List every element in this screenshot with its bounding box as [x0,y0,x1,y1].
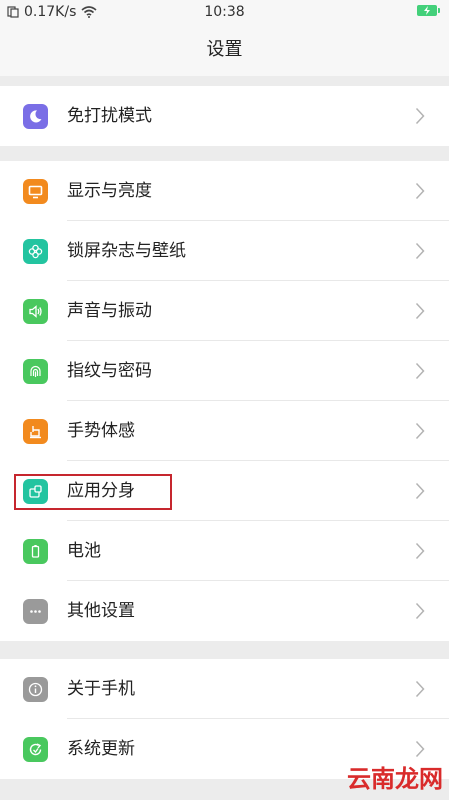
hand-icon [23,419,48,444]
row-other-settings[interactable]: 其他设置 [0,581,449,641]
row-label: 显示与亮度 [67,181,152,201]
row-label: 声音与振动 [67,301,152,321]
status-bar: 0.17K/s 10:38 [0,0,449,24]
row-do-not-disturb[interactable]: 免打扰模式 [0,86,449,146]
row-lockscreen-wallpaper[interactable]: 锁屏杂志与壁纸 [0,221,449,281]
row-gestures-motion[interactable]: 手势体感 [0,401,449,461]
row-label: 系统更新 [67,739,135,759]
moon-icon [23,104,48,129]
row-label: 指纹与密码 [67,361,152,381]
fingerprint-icon [23,359,48,384]
settings-group-1: 免打扰模式 [0,86,449,146]
clock: 10:38 [204,4,245,20]
row-about-phone[interactable]: 关于手机 [0,659,449,719]
chevron-right-icon [415,107,425,125]
flower-icon [23,239,48,264]
row-label: 锁屏杂志与壁纸 [67,241,186,261]
chevron-right-icon [415,182,425,200]
chevron-right-icon [415,302,425,320]
battery-icon [23,539,48,564]
row-label: 电池 [67,541,101,561]
chevron-right-icon [415,740,425,758]
display-icon [23,179,48,204]
battery-status-icon [417,5,440,16]
chevron-right-icon [415,362,425,380]
row-fingerprint-password[interactable]: 指纹与密码 [0,341,449,401]
chevron-right-icon [415,602,425,620]
chevron-right-icon [415,680,425,698]
watermark: 云南龙网 [347,765,443,793]
page-title: 设置 [0,24,449,76]
chevron-right-icon [415,542,425,560]
row-battery[interactable]: 电池 [0,521,449,581]
row-label: 关于手机 [67,679,135,699]
highlight-box [14,474,172,510]
row-label: 免打扰模式 [67,106,152,126]
chevron-right-icon [415,242,425,260]
row-label: 其他设置 [67,601,135,621]
chevron-right-icon [415,422,425,440]
more-icon [23,599,48,624]
speaker-icon [23,299,48,324]
info-icon [23,677,48,702]
chevron-right-icon [415,482,425,500]
row-sound-vibration[interactable]: 声音与振动 [0,281,449,341]
update-icon [23,737,48,762]
row-label: 手势体感 [67,421,135,441]
settings-group-2: 显示与亮度 锁屏杂志与壁纸 声音与振动 指纹与密码 手势体感 应用分身 电池 其… [0,161,449,641]
row-display-brightness[interactable]: 显示与亮度 [0,161,449,221]
